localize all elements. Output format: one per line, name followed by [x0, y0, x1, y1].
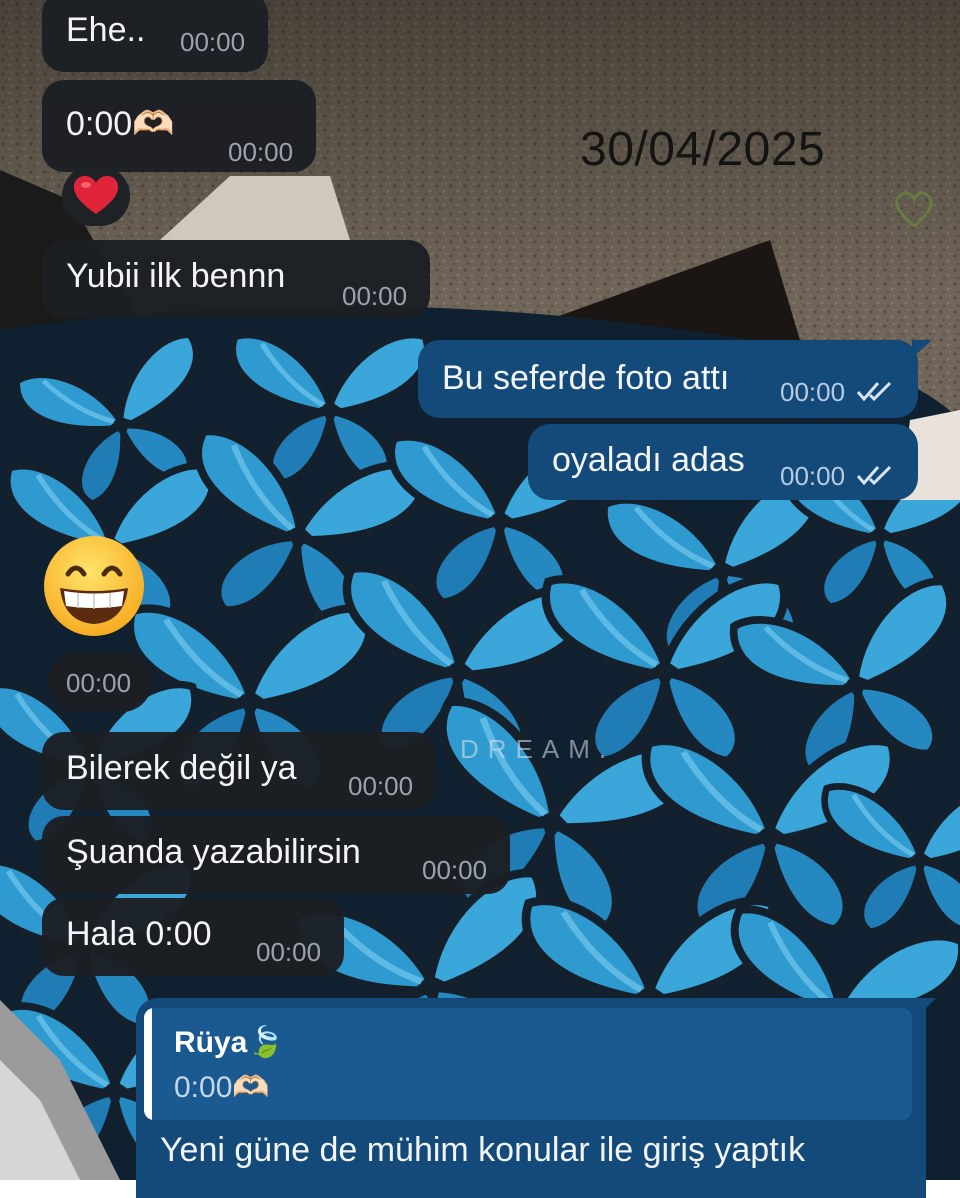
message-time: 00:00: [348, 771, 414, 801]
heart-emoji-icon: [74, 176, 118, 214]
message-text: Yubii ilk bennn: [66, 257, 286, 295]
message-text: Yeni güne de mühim konular ile giriş yap…: [160, 1131, 806, 1169]
message-text: Hala 0:00: [66, 915, 212, 953]
bubble-tail: [922, 998, 936, 1012]
photo-date-stamp: 30/04/2025: [580, 123, 826, 176]
heart-reaction[interactable]: [62, 166, 130, 226]
quoted-reply[interactable]: Rüya🍃 0:00🫶🏻: [144, 1008, 912, 1120]
message-time: 00:00: [422, 855, 488, 885]
reply-accent-bar: [144, 1008, 152, 1120]
double-check-icon: [856, 465, 892, 486]
message-text: Ehe..: [66, 11, 146, 49]
incoming-message[interactable]: Şuanda yazabilirsin 00:00: [42, 816, 510, 894]
incoming-message[interactable]: 0:00🫶🏻 00:00: [42, 80, 316, 172]
message-text: Bilerek değil ya: [66, 749, 297, 787]
message-text: oyaladı adas: [552, 441, 745, 479]
incoming-message[interactable]: Yubii ilk bennn 00:00: [42, 240, 430, 318]
message-time: 00:00: [180, 27, 246, 57]
message-text: Bu seferde foto attı: [442, 359, 730, 397]
incoming-message[interactable]: Ehe.. 00:00: [42, 0, 268, 72]
outgoing-message[interactable]: Bu seferde foto attı 00:00: [418, 340, 918, 418]
message-time: 00:00: [66, 668, 132, 698]
message-time: 00:00: [228, 137, 294, 167]
incoming-message[interactable]: Hala 0:00 00:00: [42, 898, 344, 976]
grinning-emoji-icon[interactable]: [42, 534, 146, 638]
message-text: 0:00🫶🏻: [66, 105, 175, 143]
message-text: Şuanda yazabilirsin: [66, 833, 361, 871]
bubble-tail: [912, 340, 932, 358]
message-time: 00:00: [780, 461, 846, 491]
message-time: 00:00: [256, 937, 322, 967]
sticker-time-pill: 00:00: [48, 652, 152, 712]
message-time: 00:00: [780, 377, 846, 407]
incoming-message[interactable]: Bilerek değil ya 00:00: [42, 732, 436, 810]
double-check-icon: [856, 381, 892, 402]
quoted-sender-name: Rüya🍃: [174, 1026, 285, 1059]
quoted-message-text: 0:00🫶🏻: [174, 1071, 270, 1104]
outgoing-message[interactable]: oyaladı adas 00:00: [528, 424, 918, 500]
message-time: 00:00: [342, 281, 408, 311]
photo-watermark: DREAM.: [460, 734, 616, 764]
